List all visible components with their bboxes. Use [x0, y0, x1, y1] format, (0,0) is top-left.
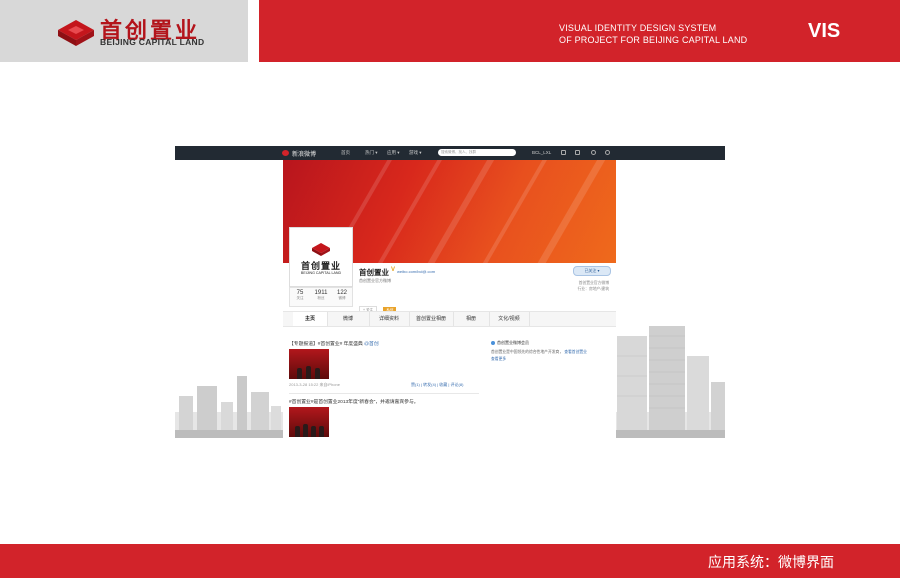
post-meta: 2013-3-28 15:22 来自iPhone 赞(1) | 转发(4) | … — [289, 382, 463, 388]
post-image[interactable] — [289, 349, 329, 379]
tab-details[interactable]: 详细资料 — [369, 312, 410, 326]
profile-stats: 75 关注 1911 粉丝 122 微博 — [289, 287, 353, 307]
weibo-logo[interactable]: 新浪微博 — [292, 149, 316, 158]
post-mention-link[interactable]: @首创 — [364, 342, 378, 347]
post-divider — [289, 393, 479, 394]
weibo-search-input[interactable]: 搜索微博、找人、找群 — [438, 149, 516, 156]
post-text: #首创置业#是首创置业2013年度“新春会”，并邀请嘉宾参与。 — [289, 400, 419, 405]
vis-title: VISUAL IDENTITY DESIGN SYSTEM OF PROJECT… — [559, 22, 747, 46]
post-image[interactable] — [289, 407, 329, 437]
feed-post-2: #首创置业#是首创置业2013年度“新春会”，并邀请嘉宾参与。 — [289, 398, 479, 438]
weibo-eye-icon — [282, 150, 289, 156]
profile-description: 首创置业官方微博 — [359, 278, 391, 283]
stat-followers[interactable]: 1911 粉丝 — [311, 290, 331, 301]
right-sidebar-box: 首创置业微博会员 首创置业是中国领先的综合性地产开发商， 查看首创置业 查看更多 — [491, 340, 609, 362]
weibo-screenshot: 新浪微博 首页 热门 ▾ 应用 ▾ 游戏 ▾ 搜索微博、找人、找群 BCL_LX… — [175, 146, 725, 438]
topnav-hot[interactable]: 热门 ▾ — [365, 150, 378, 156]
stat-posts[interactable]: 122 微博 — [332, 290, 352, 301]
tab-weibo[interactable]: 微博 — [327, 312, 370, 326]
followed-status-button[interactable]: 已关注 ▾ — [573, 266, 611, 276]
topnav-apps[interactable]: 应用 ▾ — [387, 150, 400, 156]
sidebar-box-link[interactable]: 查看首创置业 — [564, 350, 587, 354]
sidebar-box-body: 首创置业是中国领先的综合性地产开发商， 查看首创置业 — [491, 350, 587, 354]
post-time[interactable]: 2013-3-28 15:22 — [289, 382, 318, 387]
info-icon — [491, 340, 495, 345]
header-logo-panel: 首创置业 BEIJING CAPITAL LAND — [0, 0, 248, 62]
logo-mark-icon — [58, 20, 94, 46]
topnav-games[interactable]: 游戏 ▾ — [409, 150, 422, 156]
power-icon[interactable] — [605, 150, 610, 155]
footer-caption: 应用系统：微博界面 — [708, 554, 834, 570]
profile-side-info: 首创置业官方微博 行业：房地产/建筑 — [549, 280, 609, 292]
vis-title-line-1: VISUAL IDENTITY DESIGN SYSTEM — [559, 23, 717, 33]
profile-avatar[interactable]: 首创置业 BEIJING CAPITAL LAND — [289, 227, 353, 287]
profile-side-line-2: 行业：房地产/建筑 — [577, 287, 609, 291]
post-text: 【专题报道】#首创置业# 年度盛典 @首创 — [289, 342, 379, 347]
stat-following[interactable]: 75 关注 — [290, 290, 310, 301]
post-source[interactable]: 来自iPhone — [319, 382, 339, 387]
header-title-panel: VISUAL IDENTITY DESIGN SYSTEM OF PROJECT… — [259, 0, 900, 62]
avatar-english-name: BEIJING CAPITAL LAND — [300, 271, 342, 275]
tab-albums-brand[interactable]: 首创置业相册 — [409, 312, 454, 326]
weibo-profile-page: 首创置业 BEIJING CAPITAL LAND 75 关注 1911 粉丝 12… — [283, 160, 616, 438]
tab-albums[interactable]: 相册 — [453, 312, 490, 326]
logo-english-name: BEIJING CAPITAL LAND — [100, 37, 205, 47]
message-icon[interactable] — [575, 150, 580, 155]
footer-bar: 应用系统：微博界面 — [0, 544, 900, 578]
avatar-logo-icon — [312, 243, 330, 256]
tab-home[interactable]: 主页 — [293, 312, 328, 326]
profile-tabs: 主页 微博 详细资料 首创置业相册 相册 文化/视频 — [283, 311, 616, 327]
vis-code: VIS — [808, 20, 841, 42]
vis-title-line-2: OF PROJECT FOR BEIJING CAPITAL LAND — [559, 35, 748, 45]
verified-badge: V — [391, 267, 396, 273]
sidebar-box-header: 首创置业微博会员 — [491, 340, 609, 346]
weibo-top-bar: 新浪微博 首页 热门 ▾ 应用 ▾ 游戏 ▾ 搜索微博、找人、找群 BCL_LX… — [175, 146, 725, 160]
topnav-home[interactable]: 首页 — [341, 150, 350, 156]
post-actions[interactable]: 赞(1) | 转发(4) | 收藏 | 评论(8) — [411, 382, 463, 388]
profile-url[interactable]: weibo.com/bcl@.com — [397, 269, 435, 274]
sidebar-more-link[interactable]: 查看更多 — [491, 357, 609, 362]
edit-icon[interactable] — [561, 150, 566, 155]
topnav-username[interactable]: BCL_LXL — [532, 150, 551, 155]
settings-icon[interactable] — [591, 150, 596, 155]
tab-videos[interactable]: 文化/视频 — [489, 312, 530, 326]
profile-name: 首创置业 — [359, 268, 389, 277]
